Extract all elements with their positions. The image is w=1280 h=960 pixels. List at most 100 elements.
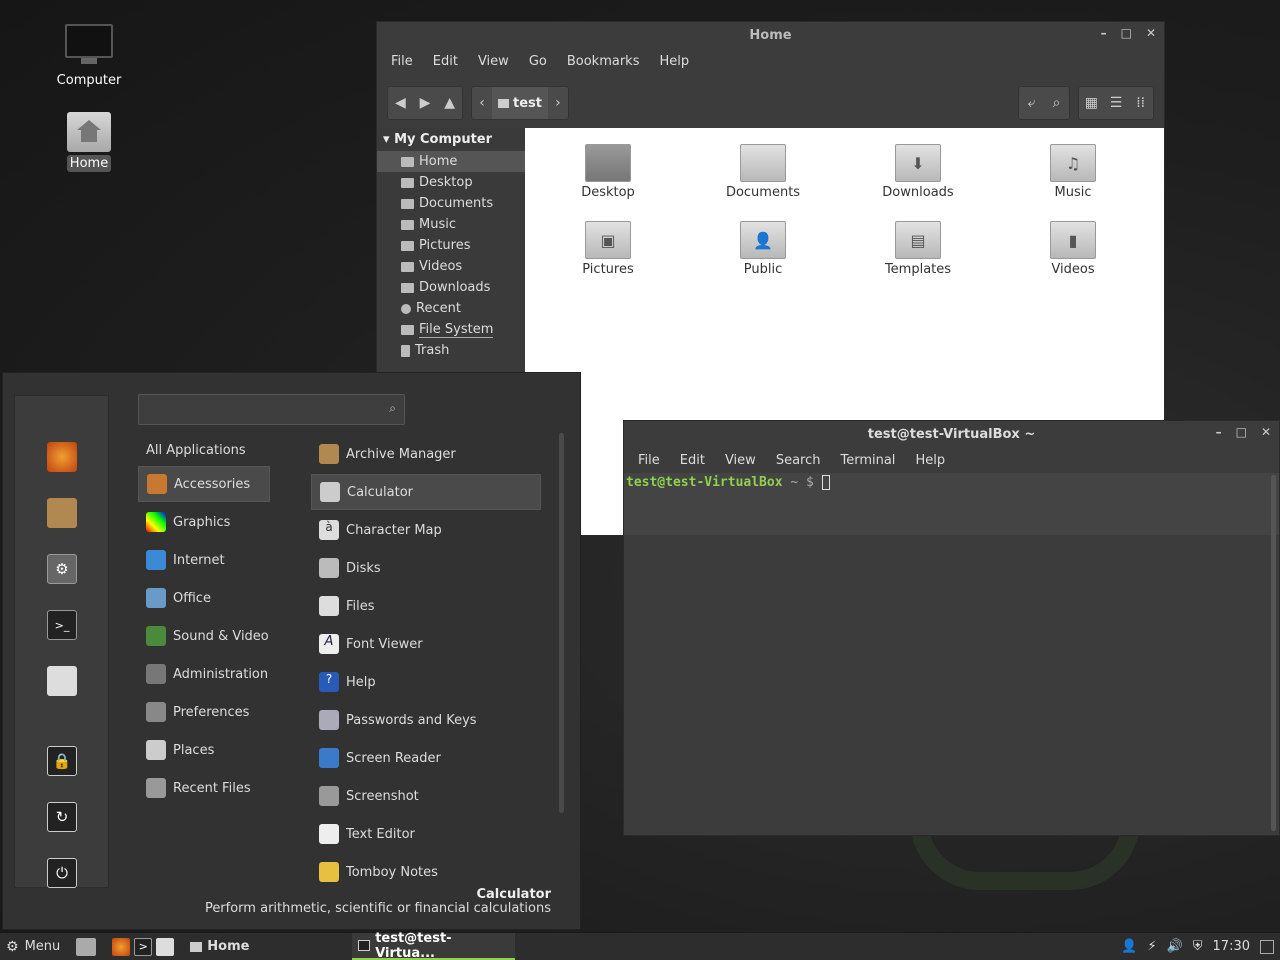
- folder-templates[interactable]: ▤ Templates: [858, 221, 978, 277]
- search-icon[interactable]: ⌕: [1044, 87, 1069, 119]
- app-archive-manager[interactable]: Archive Manager: [311, 436, 541, 472]
- volume-icon[interactable]: 🔊: [1167, 939, 1183, 954]
- terminal-scrollbar[interactable]: [1271, 475, 1276, 831]
- sidebar-item-downloads[interactable]: Downloads: [377, 277, 525, 298]
- menu-view[interactable]: View: [468, 54, 519, 69]
- sidebar-item-recent[interactable]: Recent: [377, 298, 525, 319]
- app-help[interactable]: ? Help: [311, 664, 541, 700]
- app-font-viewer[interactable]: A Font Viewer: [311, 626, 541, 662]
- back-icon[interactable]: ◀: [388, 87, 413, 119]
- shutdown-icon[interactable]: ⏻: [47, 858, 77, 888]
- terminal-icon[interactable]: >_: [47, 610, 77, 640]
- menu-help[interactable]: Help: [649, 54, 699, 69]
- folder-downloads[interactable]: ⬇ Downloads: [858, 144, 978, 200]
- menu-terminal[interactable]: Terminal: [830, 453, 905, 468]
- firefox-icon[interactable]: [47, 442, 77, 472]
- app-disks[interactable]: Disks: [311, 550, 541, 586]
- software-manager-icon[interactable]: [47, 498, 77, 528]
- terminal-titlebar[interactable]: test@test-VirtualBox ~ – □ ✕: [624, 421, 1279, 447]
- help-icon: ?: [319, 672, 339, 692]
- sidebar-item-trash[interactable]: Trash: [377, 340, 525, 361]
- logout-icon[interactable]: ↻: [47, 802, 77, 832]
- menu-help[interactable]: Help: [905, 453, 955, 468]
- files-launcher-icon[interactable]: [156, 937, 175, 956]
- category-recent-files[interactable]: Recent Files: [138, 770, 270, 806]
- menu-file[interactable]: File: [628, 453, 670, 468]
- file-manager-titlebar[interactable]: Home – □ ✕: [377, 22, 1164, 48]
- files-icon[interactable]: [47, 666, 77, 696]
- menu-edit[interactable]: Edit: [423, 54, 468, 69]
- path-button[interactable]: test: [492, 87, 548, 119]
- toggle-location-icon[interactable]: ⤶: [1019, 87, 1044, 119]
- menu-go[interactable]: Go: [519, 54, 557, 69]
- desktop-icon-computer[interactable]: Computer: [44, 24, 134, 89]
- path-right-icon[interactable]: ›: [548, 87, 568, 119]
- category-graphics[interactable]: Graphics: [138, 504, 270, 540]
- menu-button[interactable]: ⚙ Menu: [0, 933, 66, 960]
- app-text-editor[interactable]: Text Editor: [311, 816, 541, 852]
- app-passwords-keys[interactable]: Passwords and Keys: [311, 702, 541, 738]
- app-files[interactable]: Files: [311, 588, 541, 624]
- user-icon[interactable]: 👤: [1121, 939, 1137, 954]
- update-shield-icon[interactable]: ⛨: [1193, 939, 1203, 954]
- menu-bookmarks[interactable]: Bookmarks: [557, 54, 650, 69]
- maximize-icon[interactable]: □: [1121, 26, 1132, 40]
- folder-videos[interactable]: ▮ Videos: [1013, 221, 1133, 277]
- sidebar-item-documents[interactable]: Documents: [377, 193, 525, 214]
- sidebar-item-home[interactable]: Home: [377, 151, 525, 172]
- app-tomboy-notes[interactable]: Tomboy Notes: [311, 854, 541, 890]
- folder-documents[interactable]: Documents: [703, 144, 823, 200]
- close-icon[interactable]: ✕: [1261, 425, 1271, 439]
- list-view-icon[interactable]: ☰: [1104, 87, 1129, 119]
- app-character-map[interactable]: à Character Map: [311, 512, 541, 548]
- clock[interactable]: 17:30: [1213, 939, 1250, 954]
- forward-icon[interactable]: ▶: [413, 87, 438, 119]
- sidebar-item-videos[interactable]: Videos: [377, 256, 525, 277]
- menu-file[interactable]: File: [381, 54, 423, 69]
- category-internet[interactable]: Internet: [138, 542, 270, 578]
- app-screen-reader[interactable]: Screen Reader: [311, 740, 541, 776]
- category-accessories[interactable]: Accessories: [138, 466, 270, 502]
- icon-view-icon[interactable]: ▦: [1079, 87, 1104, 119]
- terminal-launcher-icon[interactable]: >: [134, 937, 153, 956]
- show-desktop-icon[interactable]: [76, 937, 97, 956]
- folder-music[interactable]: ♫ Music: [1013, 144, 1133, 200]
- maximize-icon[interactable]: □: [1236, 425, 1247, 439]
- network-icon[interactable]: ⚡: [1147, 939, 1156, 954]
- system-settings-icon[interactable]: ⚙: [47, 554, 77, 584]
- menu-search-input[interactable]: ⌕: [138, 394, 405, 425]
- lock-screen-icon[interactable]: 🔒: [47, 746, 77, 776]
- terminal-output[interactable]: test@test-VirtualBox ~ $: [624, 473, 1279, 835]
- menu-edit[interactable]: Edit: [670, 453, 715, 468]
- category-preferences[interactable]: Preferences: [138, 694, 270, 730]
- close-icon[interactable]: ✕: [1146, 26, 1156, 40]
- folder-desktop[interactable]: Desktop: [548, 144, 668, 200]
- app-calculator[interactable]: Calculator: [311, 474, 541, 510]
- category-office[interactable]: Office: [138, 580, 270, 616]
- minimize-icon[interactable]: –: [1101, 26, 1107, 40]
- category-administration[interactable]: Administration: [138, 656, 270, 692]
- up-icon[interactable]: ▲: [437, 87, 462, 119]
- sidebar-header[interactable]: ▾ My Computer: [377, 128, 525, 151]
- workspace-switcher-icon[interactable]: [1260, 939, 1274, 954]
- app-screenshot[interactable]: Screenshot: [311, 778, 541, 814]
- folder-pictures[interactable]: ▣ Pictures: [548, 221, 668, 277]
- category-all-applications[interactable]: All Applications: [138, 432, 270, 468]
- menu-scrollbar[interactable]: [559, 433, 564, 813]
- category-places[interactable]: Places: [138, 732, 270, 768]
- sidebar-item-desktop[interactable]: Desktop: [377, 172, 525, 193]
- firefox-launcher-icon[interactable]: [112, 937, 131, 956]
- sidebar-item-file-system[interactable]: File System: [377, 319, 525, 340]
- window-button-terminal[interactable]: test@test-Virtua...: [352, 931, 516, 960]
- window-button-home[interactable]: Home: [182, 933, 352, 960]
- folder-public[interactable]: 👤 Public: [703, 221, 823, 277]
- desktop-icon-home[interactable]: Home: [44, 108, 134, 172]
- sidebar-item-music[interactable]: Music: [377, 214, 525, 235]
- path-left-icon[interactable]: ‹: [472, 87, 492, 119]
- sidebar-item-pictures[interactable]: Pictures: [377, 235, 525, 256]
- menu-search[interactable]: Search: [766, 453, 831, 468]
- compact-view-icon[interactable]: ⁞⁞: [1128, 87, 1153, 119]
- menu-view[interactable]: View: [715, 453, 766, 468]
- minimize-icon[interactable]: –: [1216, 425, 1222, 439]
- category-sound-video[interactable]: Sound & Video: [138, 618, 270, 654]
